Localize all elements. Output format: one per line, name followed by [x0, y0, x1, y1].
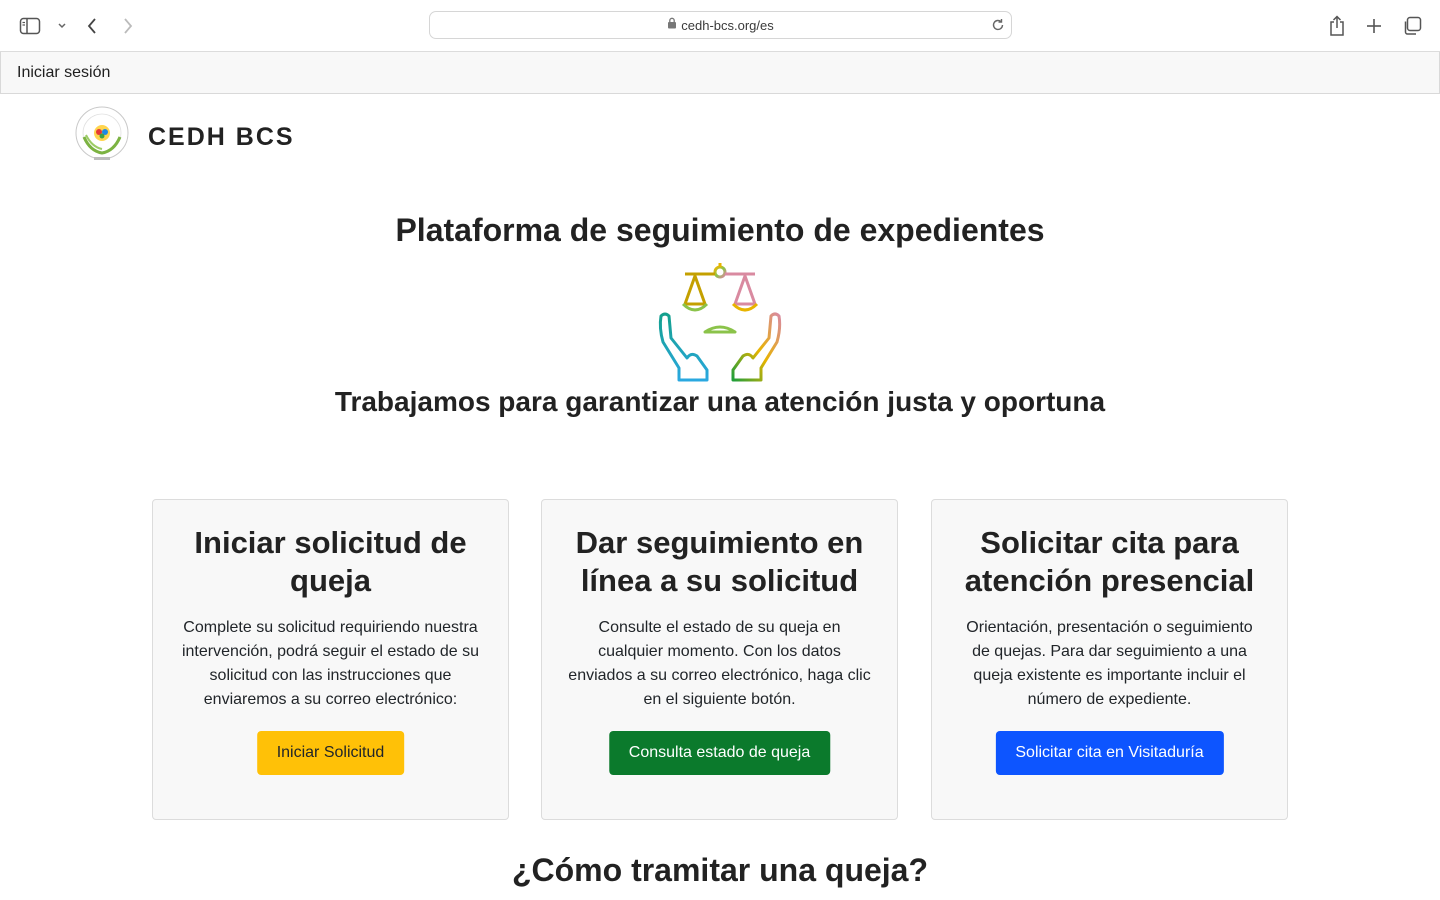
card-track-request: Dar seguimiento en línea a su solicitud …: [541, 499, 898, 820]
check-status-button[interactable]: Consulta estado de queja: [608, 731, 831, 775]
justice-scale-hands-icon: [657, 260, 783, 391]
share-icon[interactable]: [1325, 14, 1349, 38]
howto-section-title: ¿Cómo tramitar una queja?: [511, 852, 929, 888]
card-request-appointment: Solicitar cita para atención presencial …: [931, 499, 1288, 820]
url-text: cedh-bcs.org/es: [681, 17, 774, 33]
card-title: Dar seguimiento en línea a su solicitud: [575, 525, 864, 598]
address-bar[interactable]: cedh-bcs.org/es: [429, 11, 1012, 39]
brand[interactable]: CEDH BCS: [72, 105, 295, 170]
start-request-button[interactable]: Iniciar Solicitud: [256, 731, 405, 775]
login-link[interactable]: Iniciar sesión: [17, 64, 110, 82]
card-description: Orientación, presentación o seguimiento …: [966, 619, 1253, 708]
card-start-complaint: Iniciar solicitud de queja Complete su s…: [152, 499, 509, 820]
browser-toolbar: cedh-bcs.org/es: [0, 0, 1440, 52]
card-title: Solicitar cita para atención presencial: [964, 525, 1255, 598]
page-title: Plataforma de seguimiento de expedientes: [395, 212, 1045, 248]
tabs-overview-icon[interactable]: [1400, 14, 1424, 38]
brand-name: CEDH BCS: [148, 122, 295, 151]
cedh-seal-logo: [72, 105, 132, 170]
card-description: Complete su solicitud requiriendo nuestr…: [181, 619, 480, 708]
card-description: Consulte el estado de su queja en cualqu…: [568, 619, 871, 708]
reload-icon[interactable]: [991, 18, 1005, 37]
page-subtitle: Trabajamos para garantizar una atención …: [334, 386, 1106, 417]
sidebar-icon[interactable]: [18, 14, 42, 38]
card-title: Iniciar solicitud de queja: [194, 525, 467, 598]
new-tab-icon[interactable]: [1362, 14, 1386, 38]
chevron-down-icon[interactable]: [50, 14, 74, 38]
forward-icon[interactable]: [116, 14, 140, 38]
lock-icon: [667, 16, 677, 34]
top-navbar: Iniciar sesión: [0, 52, 1440, 94]
request-appointment-button[interactable]: Solicitar cita en Visitaduría: [995, 731, 1224, 775]
back-icon[interactable]: [80, 14, 104, 38]
